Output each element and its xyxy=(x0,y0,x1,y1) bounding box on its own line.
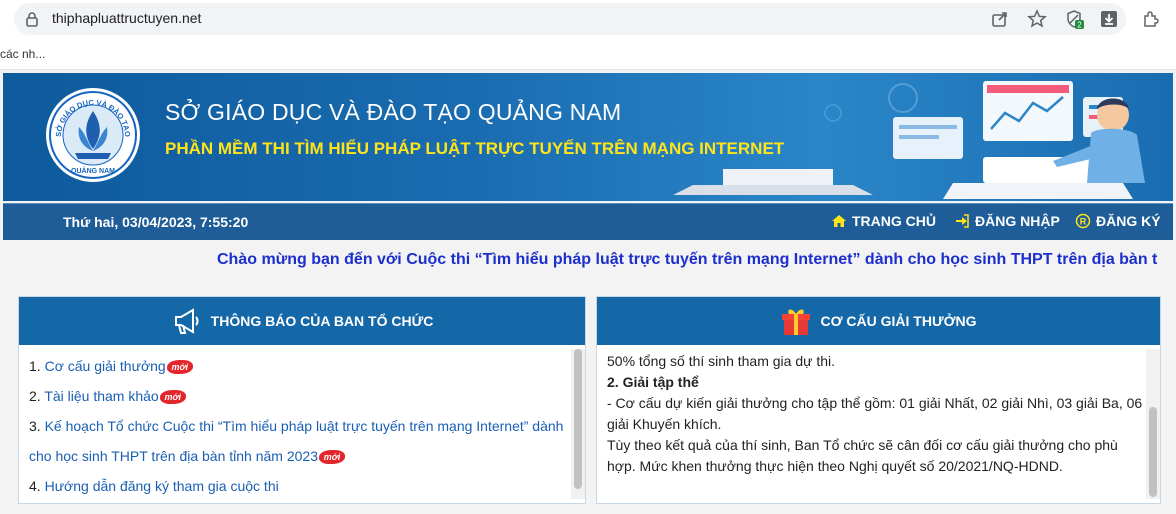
notice-link[interactable]: Tài liệu tham khảo xyxy=(44,388,158,404)
site-banner: SỞ GIÁO DỤC VÀ ĐÀO TẠO QUẢNG NAM SỞ GIÁO… xyxy=(3,73,1173,201)
notices-panel-header: THÔNG BÁO CỦA BAN TỔ CHỨC xyxy=(19,297,585,345)
prize-line: Tùy theo kết quả của thí sinh, Ban Tổ ch… xyxy=(607,437,1118,474)
prizes-scroll-thumb[interactable] xyxy=(1149,407,1157,497)
nav-login-label: ĐĂNG NHẬP xyxy=(975,213,1060,229)
nav-register-label: ĐĂNG KÝ xyxy=(1096,213,1161,229)
welcome-marquee-text: Chào mừng bạn đến với Cuộc thi “Tìm hiểu… xyxy=(217,251,1158,268)
bookmark-item[interactable]: các nh... xyxy=(0,47,45,61)
shield-extension-icon[interactable]: 2 xyxy=(1064,9,1084,29)
notice-list: 1. Cơ cấu giải thưởng mới 2. Tài liệu tha… xyxy=(29,351,569,499)
notices-scrollbar[interactable] xyxy=(571,349,585,499)
notice-number: 3. xyxy=(29,418,45,434)
notices-list-body[interactable]: 1. Cơ cấu giải thưởng mới 2. Tài liệu tha… xyxy=(19,349,585,499)
prizes-body[interactable]: 50% tổng số thí sinh tham gia dự thi. 2.… xyxy=(597,349,1160,499)
notices-panel-title: THÔNG BÁO CỦA BAN TỔ CHỨC xyxy=(210,313,434,329)
browser-toolbar: thiphapluattructuyen.net 2 xyxy=(0,0,1176,38)
lock-icon[interactable] xyxy=(24,11,40,27)
prize-line: 50% tổng số thí sinh tham gia dự thi. xyxy=(607,353,836,369)
notice-link[interactable]: Cơ cấu giải thưởng xyxy=(45,358,166,374)
url-text[interactable]: thiphapluattructuyen.net xyxy=(52,10,201,26)
page-content: SỞ GIÁO DỤC VÀ ĐÀO TẠO QUẢNG NAM SỞ GIÁO… xyxy=(0,70,1176,514)
prize-section-heading: 2. Giải tập thể xyxy=(607,374,699,390)
prizes-panel: CƠ CẤU GIẢI THƯỞNG 50% tổng số thí sinh … xyxy=(596,296,1161,504)
gift-icon xyxy=(782,309,811,335)
prizes-panel-title: CƠ CẤU GIẢI THƯỞNG xyxy=(820,313,977,329)
banner-illustration xyxy=(673,81,1145,199)
notice-number: 2. xyxy=(29,388,45,404)
extensions-puzzle-icon[interactable] xyxy=(1141,9,1161,29)
new-badge: mới xyxy=(319,450,345,465)
notice-item: 4. Hướng dẫn đăng ký tham gia cuộc thi xyxy=(29,471,569,499)
prize-line: - Cơ cấu dự kiến giải thưởng cho tập thể… xyxy=(607,395,1143,432)
registered-icon: R xyxy=(1075,213,1091,229)
prizes-scrollbar[interactable] xyxy=(1146,349,1160,499)
notice-number: 1. xyxy=(29,358,45,374)
logo-bottom-text: QUẢNG NAM xyxy=(71,166,115,175)
notice-item: 2. Tài liệu tham khảo mới xyxy=(29,381,569,411)
bookmarks-bar: các nh... xyxy=(0,40,1176,70)
organization-title: SỞ GIÁO DỤC VÀ ĐÀO TẠO QUẢNG NAM xyxy=(165,99,622,125)
notice-number: 4. xyxy=(29,478,45,494)
nav-home-label: TRANG CHỦ xyxy=(852,213,936,229)
welcome-marquee: Chào mừng bạn đến với Cuộc thi “Tìm hiểu… xyxy=(0,251,1176,273)
notice-item: 1. Cơ cấu giải thưởng mới xyxy=(29,351,569,381)
home-icon xyxy=(832,215,846,227)
nav-home-link[interactable]: TRANG CHỦ xyxy=(831,213,936,229)
svg-text:R: R xyxy=(1080,217,1087,227)
prizes-panel-header: CƠ CẤU GIẢI THƯỞNG xyxy=(597,297,1160,345)
download-icon[interactable] xyxy=(1099,9,1119,29)
department-logo[interactable]: SỞ GIÁO DỤC VÀ ĐÀO TẠO QUẢNG NAM xyxy=(45,87,141,183)
nav-register-link[interactable]: R ĐĂNG KÝ xyxy=(1075,213,1161,229)
main-navbar: Thứ hai, 03/04/2023, 7:55:20 TRANG CHỦ Đ… xyxy=(3,203,1173,240)
notices-scroll-thumb[interactable] xyxy=(574,349,582,489)
notice-link[interactable]: Hướng dẫn đăng ký tham gia cuộc thi xyxy=(45,478,279,494)
share-icon[interactable] xyxy=(990,9,1010,29)
current-datetime: Thứ hai, 03/04/2023, 7:55:20 xyxy=(63,214,249,230)
notice-link[interactable]: Kế hoạch Tổ chức Cuộc thi “Tìm hiểu pháp… xyxy=(29,418,563,464)
bookmark-star-icon[interactable] xyxy=(1027,9,1047,29)
notice-item: 3. Kế hoạch Tổ chức Cuộc thi “Tìm hiểu p… xyxy=(29,411,569,471)
extension-badge-count: 2 xyxy=(1077,21,1082,30)
prize-description: 50% tổng số thí sinh tham gia dự thi. 2.… xyxy=(607,351,1147,477)
new-badge: mới xyxy=(159,390,186,405)
login-icon xyxy=(956,214,969,228)
nav-login-link[interactable]: ĐĂNG NHẬP xyxy=(954,213,1060,229)
notices-panel: THÔNG BÁO CỦA BAN TỔ CHỨC 1. Cơ cấu giải… xyxy=(18,296,586,504)
new-badge: mới xyxy=(166,360,193,375)
megaphone-icon xyxy=(174,308,199,334)
address-bar[interactable]: thiphapluattructuyen.net 2 xyxy=(14,3,1126,35)
